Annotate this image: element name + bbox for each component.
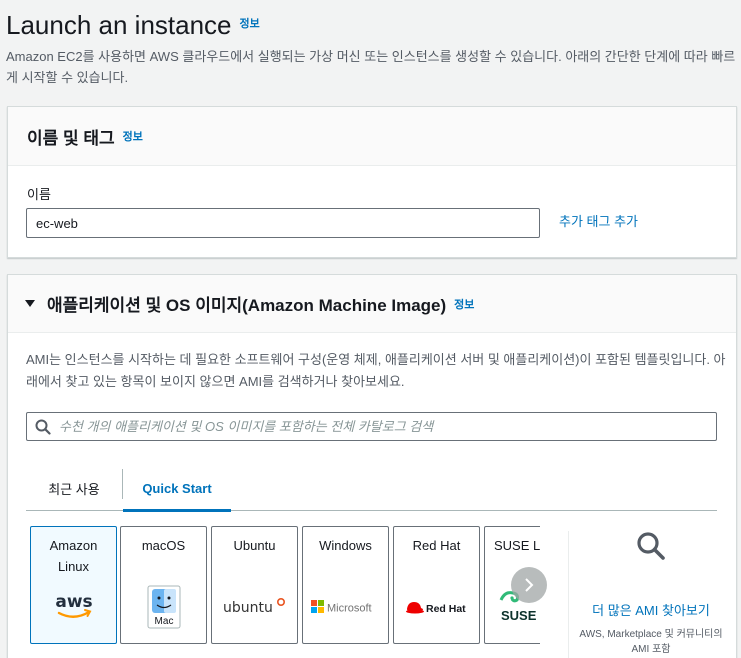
name-and-tags-info-link[interactable]: 정보 [123, 128, 143, 144]
redhat-logo-text: Red Hat [426, 603, 466, 615]
title-info-link[interactable]: 정보 [240, 18, 260, 30]
ami-panel: 애플리케이션 및 OS 이미지(Amazon Machine Image) 정보… [7, 274, 737, 658]
ami-card-label: SUSE Linux [494, 538, 540, 553]
ami-cards: Amazon Linux aws macOS Mac Ubuntu ubuntu… [30, 526, 540, 656]
tab-recent[interactable]: 최근 사용 [26, 465, 122, 511]
page-title: Launch an instance 정보 [6, 10, 260, 41]
name-and-tags-header: 이름 및 태그 정보 [8, 107, 736, 166]
aws-logo-svg: aws [55, 592, 92, 618]
microsoft-logo-svg: Microsoft [310, 600, 372, 615]
suse-logo-text: SUSE [501, 608, 537, 623]
ami-title: 애플리케이션 및 OS 이미지(Amazon Machine Image) [47, 296, 447, 315]
aws-logo-text: aws [55, 592, 92, 612]
ubuntu-logo-icon: ubuntu [212, 587, 297, 627]
ami-header: 애플리케이션 및 OS 이미지(Amazon Machine Image) 정보 [8, 275, 736, 333]
ami-info-link[interactable]: 정보 [454, 296, 474, 312]
ubuntu-logo-svg: ubuntu [223, 597, 285, 616]
name-field-label: 이름 [27, 187, 51, 202]
browse-more-amis-link[interactable]: 더 많은 AMI 찾아보기 [576, 600, 726, 621]
browse-more-amis-subtext: AWS, Marketplace 및 커뮤니티의 AMI 포함 [579, 629, 723, 655]
collapse-caret-icon[interactable] [25, 300, 35, 307]
name-and-tags-panel: 이름 및 태그 정보 이름 추가 태그 추가 [7, 106, 737, 258]
ami-card-ubuntu[interactable]: Ubuntu ubuntu [211, 526, 298, 644]
ami-description: AMI는 인스턴스를 시작하는 데 필요한 소프트웨어 구성(운영 체제, 애플… [26, 352, 726, 389]
mac-logo-text: Mac [154, 616, 173, 627]
ami-search-input[interactable] [59, 419, 716, 434]
aws-logo-icon: aws [31, 587, 116, 627]
ami-card-windows[interactable]: Windows Microsoft [302, 526, 389, 644]
ami-card-macos[interactable]: macOS Mac [120, 526, 207, 644]
search-icon [637, 532, 665, 560]
carousel-next-button[interactable] [511, 567, 547, 603]
ami-card-label-line2: Linux [57, 559, 90, 574]
ami-card-label: macOS [141, 538, 186, 553]
ami-card-label: Red Hat [412, 538, 461, 553]
ami-card-label: Amazon Linux [31, 535, 116, 577]
page-description: Amazon EC2를 사용하면 AWS 클라우드에서 실행되는 가상 머신 또… [6, 49, 736, 85]
add-tags-link[interactable]: 추가 태그 추가 [559, 211, 638, 230]
browse-more-amis[interactable]: 더 많은 AMI 찾아보기 AWS, Marketplace 및 커뮤니티의 A… [576, 531, 726, 657]
microsoft-logo-text: Microsoft [327, 603, 372, 615]
ami-search-box[interactable] [26, 412, 717, 441]
name-input[interactable] [26, 208, 540, 238]
ami-card-label: Windows [319, 538, 372, 553]
ami-card-amazon-linux[interactable]: Amazon Linux aws [30, 526, 117, 644]
redhat-logo-svg: Red Hat [405, 602, 466, 615]
ami-tabs: 최근 사용 Quick Start [26, 465, 717, 512]
mac-finder-icon: Mac [121, 585, 206, 629]
tab-quick-start[interactable]: Quick Start [123, 465, 231, 512]
chevron-right-icon [525, 578, 534, 592]
microsoft-logo-icon: Microsoft [303, 587, 388, 627]
mac-logo-svg: Mac [147, 585, 180, 629]
name-and-tags-title: 이름 및 태그 [27, 128, 115, 148]
ami-card-label-line1: Amazon [49, 538, 98, 553]
ami-card-redhat[interactable]: Red Hat Red Hat [393, 526, 480, 644]
search-icon [35, 419, 51, 435]
ubuntu-logo-text: ubuntu [223, 600, 273, 616]
redhat-logo-icon: Red Hat [394, 587, 479, 627]
page-title-text: Launch an instance [6, 10, 232, 40]
ami-card-label: Ubuntu [233, 538, 276, 553]
more-ami-divider [568, 531, 569, 658]
